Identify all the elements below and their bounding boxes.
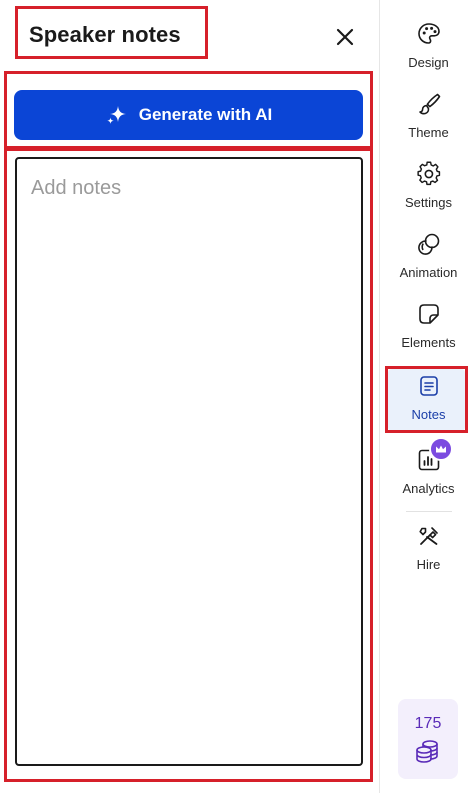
rail-item-elements[interactable]: Elements [380,297,468,359]
close-icon [336,28,354,46]
generate-with-ai-button[interactable]: Generate with AI [14,90,363,140]
credits-widget[interactable]: 175 [398,699,458,779]
gear-icon [416,161,440,186]
rail-item-label: Analytics [402,481,455,496]
rail-item-animation[interactable]: Animation [380,227,468,289]
notes-textarea[interactable] [15,157,363,766]
rail-item-label: Animation [399,265,458,280]
sparkle-icon [107,106,126,124]
rail-item-settings[interactable]: Settings [380,157,468,219]
notes-highlight-box [385,366,468,433]
palette-icon [417,23,440,44]
rail-item-label: Hire [416,557,441,572]
brush-icon [418,93,440,115]
tools-icon [418,527,438,545]
premium-badge [429,437,453,461]
close-button[interactable] [331,23,359,51]
rail-item-label: Theme [408,125,449,140]
generate-label: Generate with AI [138,105,273,124]
sticker-icon [418,304,439,324]
rail-item-design[interactable]: Design [380,17,468,79]
rail-item-label: Design [408,55,449,70]
rail-item-label: Settings [405,195,452,210]
panel-title: Speaker notes [29,22,181,47]
rail-item-theme[interactable]: Theme [380,87,468,149]
rail-item-label: Elements [401,335,456,350]
rail-item-analytics[interactable]: Analytics [380,443,468,505]
rail-separator [406,511,452,512]
rail-item-hire[interactable]: Hire [380,519,468,581]
credits-count: 175 [414,715,442,732]
crown-icon [436,445,446,453]
animation-icon [417,233,439,255]
speaker-notes-panel: Speaker notes Generate with AI [0,0,379,793]
coins-icon [416,740,438,763]
